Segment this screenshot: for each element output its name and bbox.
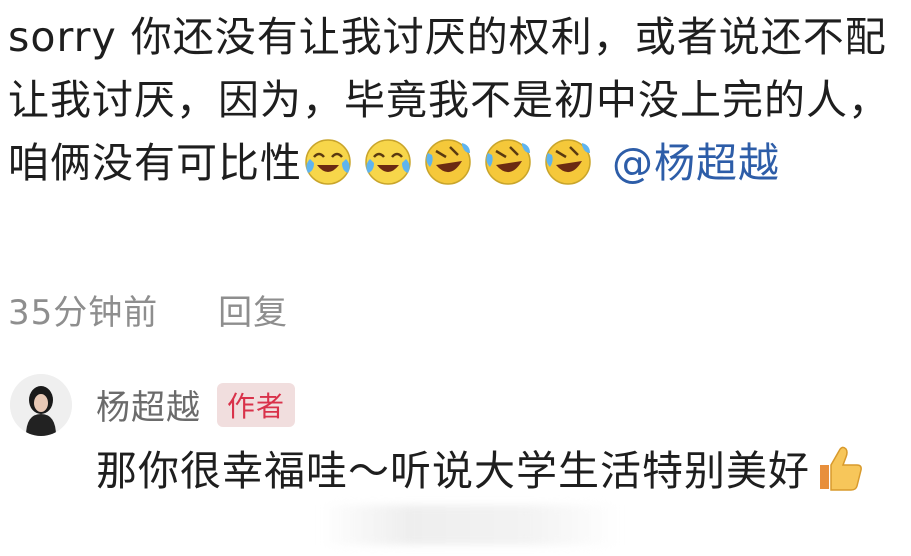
blurred-region <box>320 505 620 545</box>
comment-meta: 35分钟前 回复 <box>8 285 288 334</box>
author-badge: 作者 <box>217 382 296 427</box>
rofl-icon <box>422 135 474 187</box>
reply-body: 那你很幸福哇～听说大学生活特别美好 <box>96 438 896 504</box>
emoji-row <box>302 139 602 187</box>
rofl-icon <box>482 135 534 187</box>
comment-body: sorry 你还没有让我讨厌的权利，或者说还不配让我讨厌，因为，毕竟我不是初中没… <box>8 6 903 195</box>
author-name[interactable]: 杨超越 <box>96 380 201 429</box>
author-row: 杨超越 作者 <box>96 380 296 429</box>
thumbs-up-icon <box>820 446 862 491</box>
rofl-icon <box>542 135 594 187</box>
reply-text: 那你很幸福哇～听说大学生活特别美好 <box>96 447 810 495</box>
avatar[interactable] <box>10 374 72 436</box>
mention-link[interactable]: @杨超越 <box>612 139 780 187</box>
laugh-cry-icon <box>302 135 354 187</box>
reply-button[interactable]: 回复 <box>218 293 288 333</box>
avatar-image <box>10 374 72 436</box>
laugh-cry-icon <box>362 135 414 187</box>
comment-time: 35分钟前 <box>8 293 159 333</box>
comment: sorry 你还没有让我讨厌的权利，或者说还不配让我讨厌，因为，毕竟我不是初中没… <box>8 6 903 195</box>
